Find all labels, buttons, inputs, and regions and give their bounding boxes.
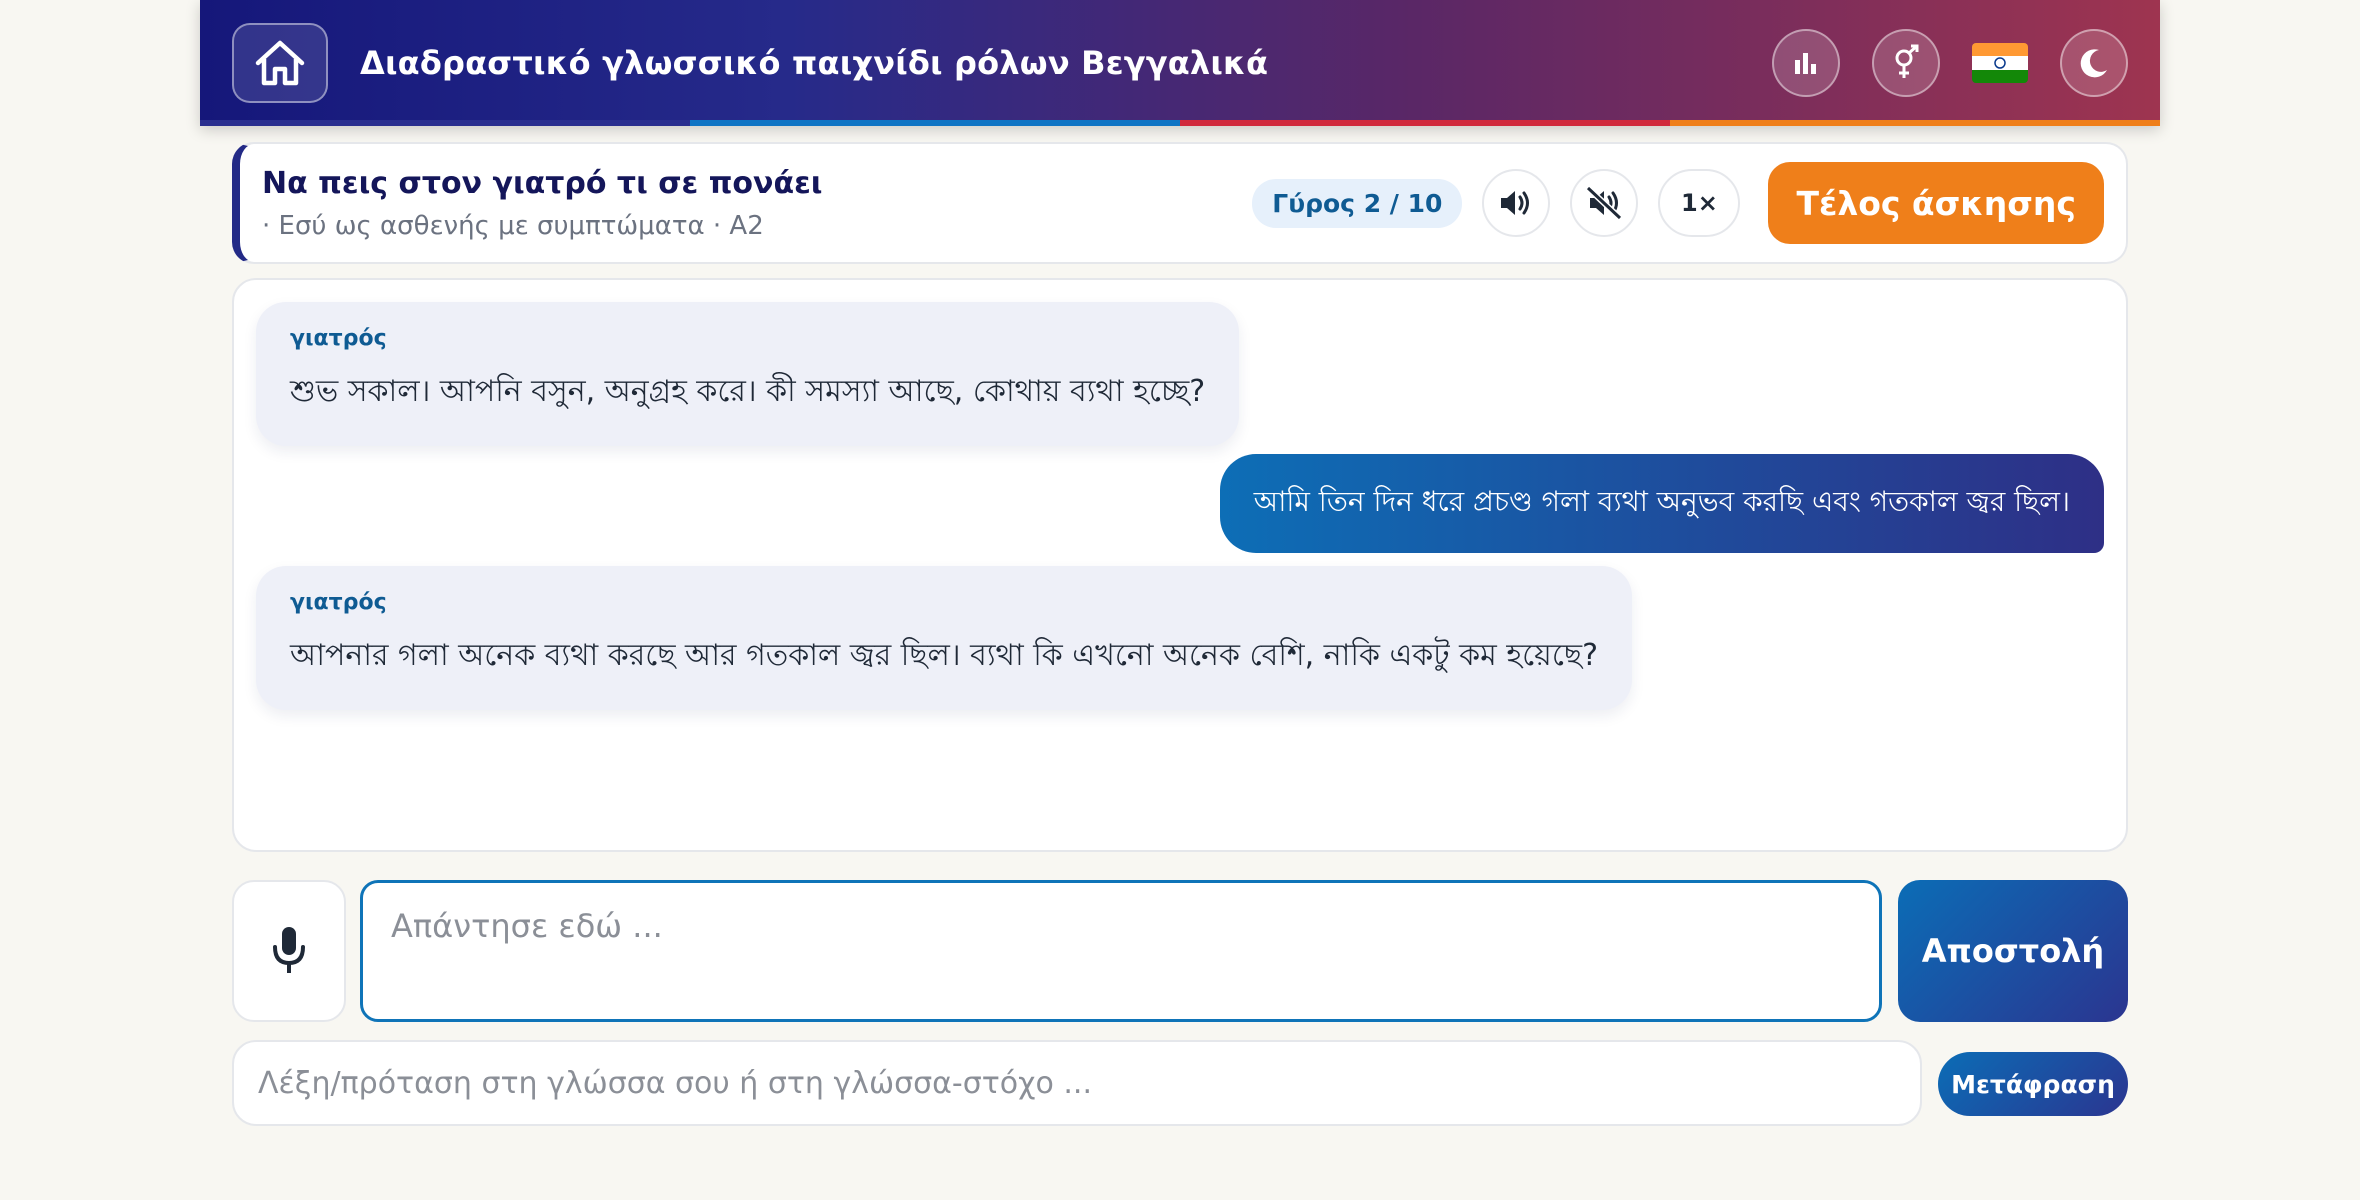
mute-icon <box>1586 185 1623 221</box>
header-stripe <box>200 120 2160 126</box>
translate-button[interactable]: Μετάφραση <box>1938 1052 2128 1116</box>
india-flag-icon[interactable] <box>1972 43 2028 83</box>
bot-message: γιατρός শুভ সকাল। আপনি বসুন, অনুগ্রহ করে… <box>256 302 1240 446</box>
gender-button[interactable] <box>1872 29 1940 97</box>
message-speaker: γιατρός <box>290 326 387 351</box>
message-text: আপনার গলা অনেক ব্যথা করছে আর গতকাল জ্বর … <box>290 638 1598 673</box>
task-bar: Να πεις στον γιατρό τι σε πονάει · Εσύ ω… <box>232 142 2128 264</box>
stats-button[interactable] <box>1772 29 1840 97</box>
volume-icon <box>1501 191 1530 215</box>
message-text: শুভ সকাল। আপনি বসুন, অনুগ্রহ করে। কী সমস… <box>290 374 1206 409</box>
microphone-button[interactable] <box>232 880 346 1022</box>
answer-input[interactable] <box>360 880 1882 1022</box>
task-info: Να πεις στον γιατρό τι σε πονάει · Εσύ ω… <box>262 166 822 241</box>
theme-toggle-button[interactable] <box>2060 29 2128 97</box>
speed-button[interactable]: 1× <box>1658 169 1741 237</box>
mute-button[interactable] <box>1570 169 1639 237</box>
app-header: Διαδραστικό γλωσσικό παιχνίδι ρόλων Βεγγ… <box>200 0 2160 126</box>
app-root: Διαδραστικό γλωσσικό παιχνίδι ρόλων Βεγγ… <box>200 0 2160 1126</box>
bot-message: γιατρός আপনার গলা অনেক ব্যথা করছে আর গতক… <box>256 566 1632 710</box>
app-title: Διαδραστικό γλωσσικό παιχνίδι ρόλων Βεγγ… <box>360 44 1269 82</box>
message-speaker: γιατρός <box>290 590 387 615</box>
translate-input[interactable] <box>232 1040 1922 1126</box>
chat-panel: γιατρός শুভ সকাল। আপনি বসুন, অনুগ্রহ করে… <box>232 278 2128 852</box>
home-icon <box>255 40 305 86</box>
moon-icon <box>2080 49 2107 78</box>
translate-row: Μετάφραση <box>232 1040 2128 1126</box>
send-button[interactable]: Αποστολή <box>1898 880 2128 1022</box>
home-button[interactable] <box>232 23 328 103</box>
header-actions <box>1772 29 2128 97</box>
stats-icon <box>1795 53 1816 74</box>
gender-icon <box>1895 44 1919 78</box>
task-actions: Γύρος 2 / 10 1× Τέλος άσκησης <box>1252 162 2104 244</box>
microphone-icon <box>273 927 305 973</box>
speak-button[interactable] <box>1482 169 1551 237</box>
user-message: আমি তিন দিন ধরে প্রচণ্ড গলা ব্যথা অনুভব … <box>1219 454 2104 553</box>
round-counter-badge: Γύρος 2 / 10 <box>1252 178 1463 228</box>
task-title: Να πεις στον γιατρό τι σε πονάει <box>262 165 823 201</box>
task-subtitle: · Εσύ ως ασθενής με συμπτώματα · A2 <box>262 210 764 241</box>
end-exercise-button[interactable]: Τέλος άσκησης <box>1768 162 2104 244</box>
composer: Αποστολή <box>232 880 2128 1022</box>
